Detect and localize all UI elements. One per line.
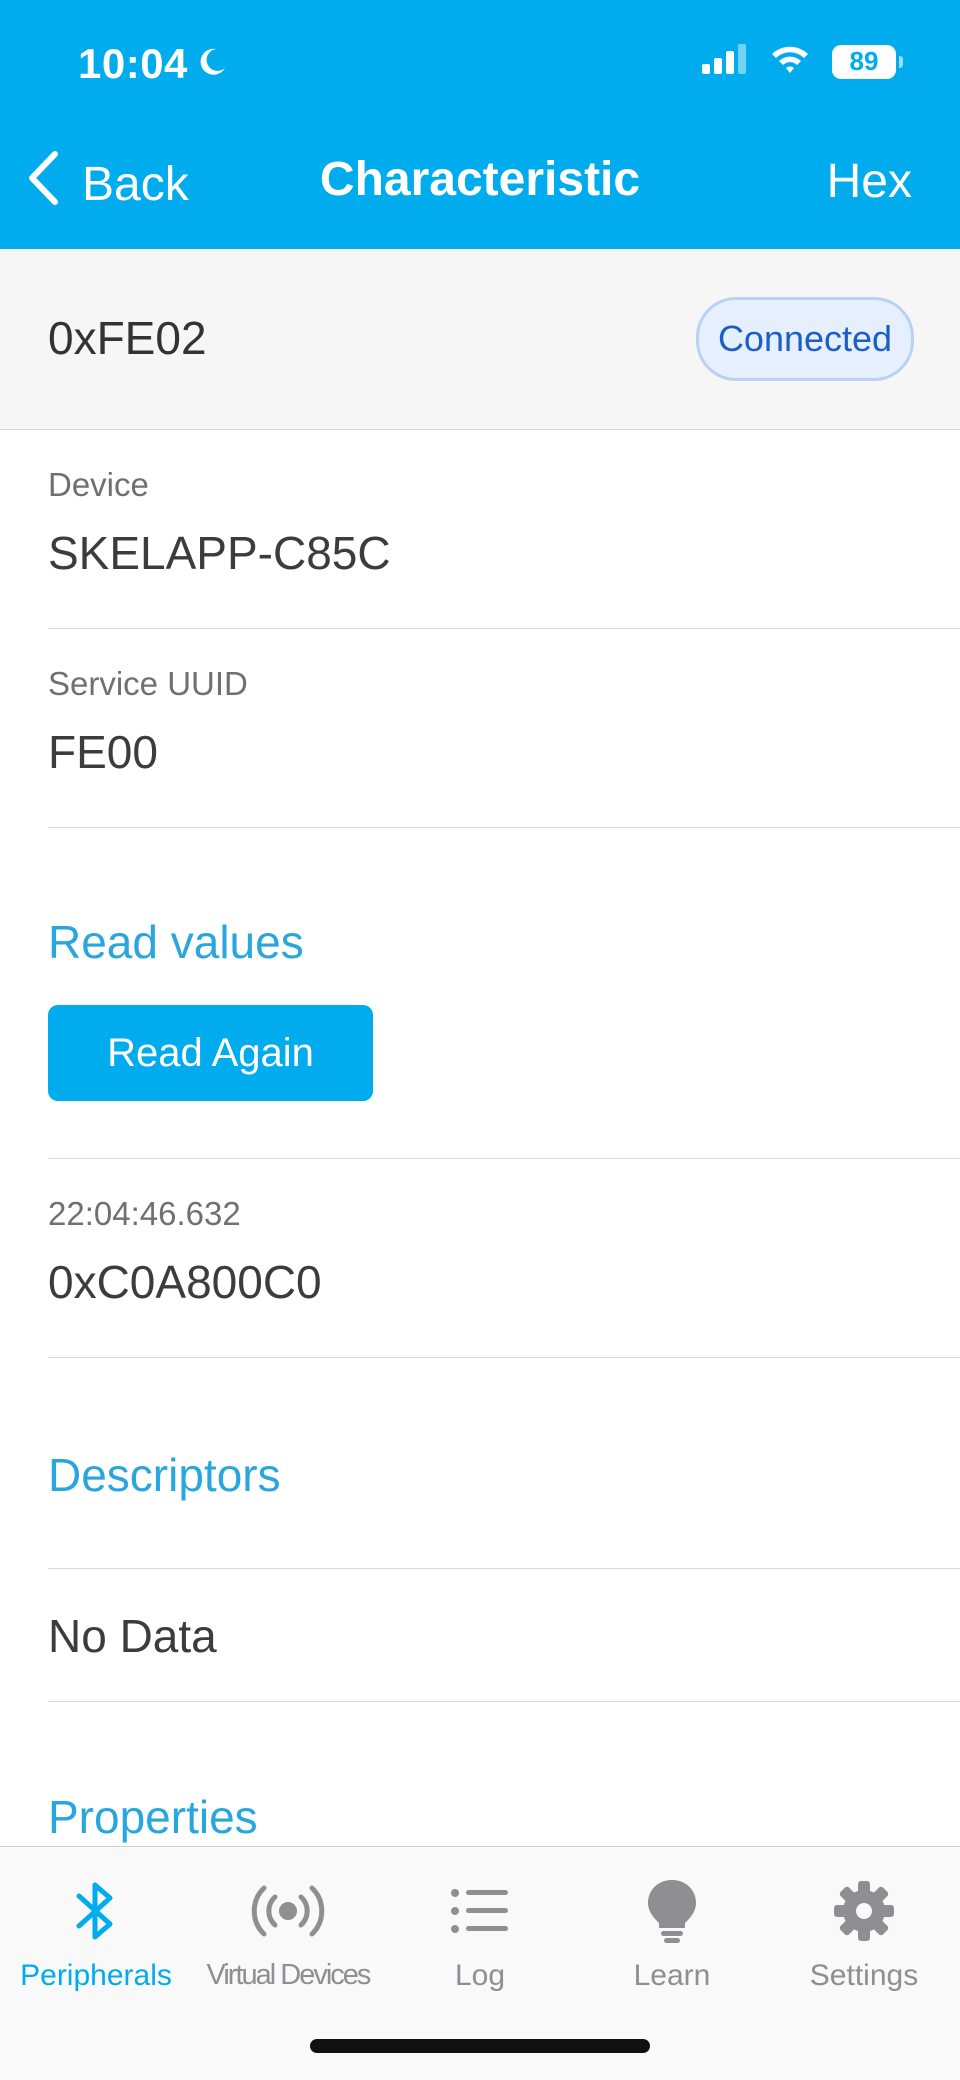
device-value: SKELAPP-C85C [48, 527, 391, 579]
cellular-signal-icon [702, 44, 748, 79]
top-bar: 10:04 89 Back Characteristic Hex [0, 0, 960, 249]
descriptors-empty-text: No Data [48, 1610, 217, 1662]
read-value-entry: 22:04:46.632 0xC0A800C0 [48, 1159, 960, 1358]
battery-icon: 89 [832, 44, 903, 79]
characteristic-header: 0xFE02 Connected [0, 249, 960, 430]
tab-log[interactable]: Log [384, 1847, 576, 2007]
read-values-title: Read values [48, 916, 304, 968]
connection-status-button[interactable]: Connected [696, 297, 914, 381]
service-row: Service UUID FE00 [48, 629, 960, 828]
home-indicator[interactable] [310, 2039, 650, 2053]
properties-title: Properties [48, 1791, 258, 1843]
tab-label: Learn [633, 1959, 711, 1992]
tab-peripherals[interactable]: Peripherals [0, 1847, 192, 2007]
broadcast-icon [251, 1875, 325, 1947]
list-icon [450, 1875, 510, 1947]
descriptors-header: Descriptors [48, 1358, 960, 1569]
tab-label: Virtual Devices [206, 1959, 372, 1991]
gear-icon [833, 1875, 895, 1947]
read-value-data: 0xC0A800C0 [48, 1256, 322, 1308]
device-label: Device [48, 466, 149, 503]
read-value-timestamp: 22:04:46.632 [48, 1195, 241, 1232]
read-again-button[interactable]: Read Again [48, 1005, 373, 1101]
lightbulb-icon [646, 1875, 698, 1947]
tab-learn[interactable]: Learn [576, 1847, 768, 2007]
tab-label: Log [454, 1959, 506, 1992]
status-time-text: 10:04 [78, 40, 188, 87]
wifi-icon [770, 44, 810, 79]
bluetooth-icon [74, 1875, 118, 1947]
connection-status-label: Connected [717, 318, 893, 359]
tab-virtual-devices[interactable]: Virtual Devices [192, 1847, 384, 2007]
status-time: 10:04 [78, 40, 228, 88]
tab-label: Peripherals [20, 1959, 172, 1992]
characteristic-uuid: 0xFE02 [48, 312, 207, 364]
moon-icon [196, 40, 228, 88]
service-uuid-label: Service UUID [48, 665, 248, 702]
tab-settings[interactable]: Settings [768, 1847, 960, 2007]
service-uuid-value: FE00 [48, 726, 158, 778]
tab-label: Settings [809, 1959, 919, 1992]
page-title: Characteristic [319, 153, 641, 206]
device-row: Device SKELAPP-C85C [48, 430, 960, 629]
battery-level: 89 [849, 46, 879, 76]
hex-toggle-button[interactable]: Hex [827, 154, 912, 209]
descriptors-empty-row: No Data [48, 1569, 960, 1702]
status-indicators: 89 [702, 44, 903, 79]
descriptors-title: Descriptors [48, 1449, 281, 1501]
